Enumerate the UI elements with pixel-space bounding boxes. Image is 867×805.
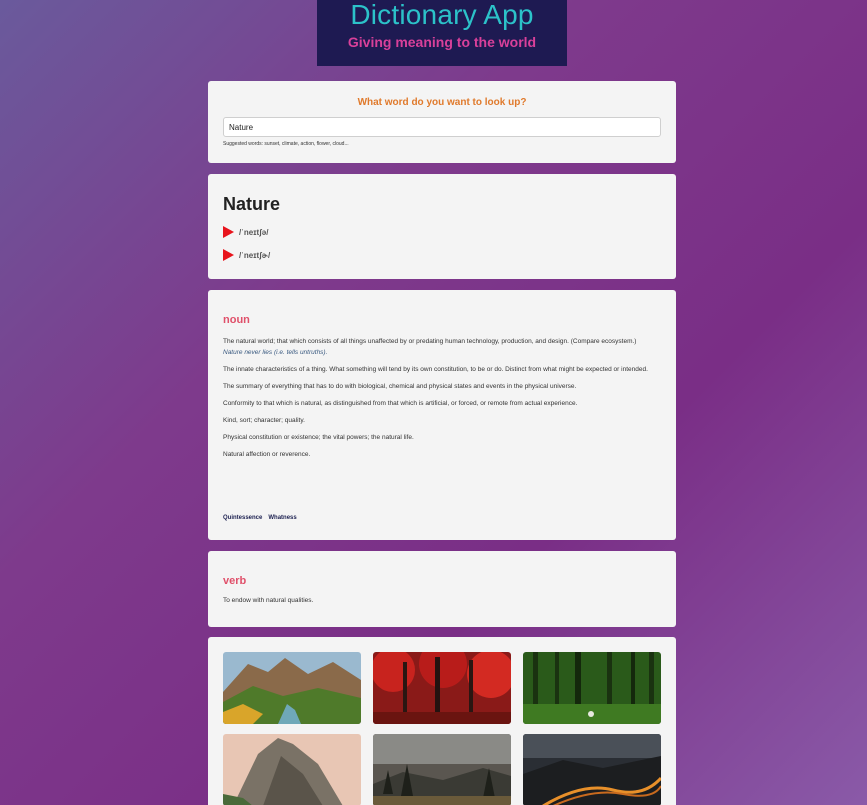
synonym-whatness[interactable]: Whatness <box>268 515 296 521</box>
definition-example: Nature never lies (i.e. tells untruths). <box>223 349 328 356</box>
search-card: What word do you want to look up? Sugges… <box>208 81 676 163</box>
synonym-quintessence[interactable]: Quintessence <box>223 515 262 521</box>
synonym-list: Quintessence Whatness <box>223 515 297 521</box>
part-of-speech: noun <box>223 314 250 326</box>
definition: The summary of everything that has to do… <box>223 383 577 390</box>
phonetic-text: /ˈneɪtʃɚ/ <box>239 250 271 260</box>
app-title: Dictionary App <box>350 0 534 30</box>
definition: Natural affection or reverence. <box>223 451 311 458</box>
definition: The innate characteristics of a thing. W… <box>223 366 648 373</box>
suggested-words: Suggested words: sunset, climate, action… <box>223 141 349 147</box>
misty-forest-photo[interactable] <box>373 734 511 805</box>
green-forest-photo[interactable] <box>523 652 661 724</box>
definition: Conformity to that which is natural, as … <box>223 400 578 407</box>
search-prompt: What word do you want to look up? <box>357 97 527 108</box>
definition: Physical constitution or existence; the … <box>223 434 414 441</box>
photo-grid <box>223 652 661 805</box>
definition: To endow with natural qualities. <box>223 597 314 604</box>
phonetic-text: /ˈneɪtʃə/ <box>239 227 269 237</box>
meaning-card-noun: noun The natural world; that which consi… <box>208 290 676 540</box>
definition-list: The natural world; that which consists o… <box>223 336 661 466</box>
play-icon[interactable] <box>223 249 234 261</box>
logo-banner: Dictionary App Giving meaning to the wor… <box>317 0 567 66</box>
red-forest-photo[interactable] <box>373 652 511 724</box>
canyon-river-photo[interactable] <box>223 652 361 724</box>
definition: Kind, sort; character; quality. <box>223 417 305 424</box>
definition: The natural world; that which consists o… <box>223 338 637 345</box>
meaning-card-verb: verb To endow with natural qualities. <box>208 551 676 627</box>
play-icon[interactable] <box>223 226 234 238</box>
search-input[interactable] <box>223 117 661 137</box>
rock-mountain-photo[interactable] <box>223 734 361 805</box>
word-title: Nature <box>223 194 281 214</box>
phonetic-row: /ˈneɪtʃə/ <box>223 226 268 238</box>
word-card: Nature /ˈneɪtʃə/ /ˈneɪtʃɚ/ <box>208 174 676 279</box>
photos-card <box>208 637 676 805</box>
app-subtitle: Giving meaning to the world <box>347 34 537 50</box>
part-of-speech: verb <box>223 575 247 587</box>
mountain-road-photo[interactable] <box>523 734 661 805</box>
definition-list: To endow with natural qualities. <box>223 595 661 612</box>
phonetic-row: /ˈneɪtʃɚ/ <box>223 249 270 261</box>
